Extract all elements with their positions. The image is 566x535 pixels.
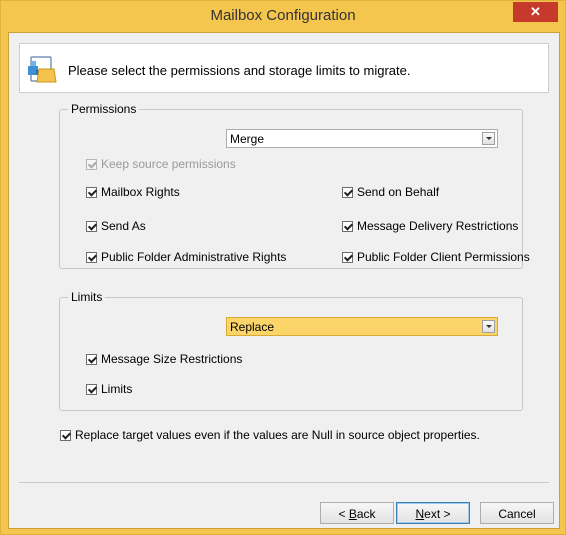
footer-separator (19, 482, 549, 483)
back-button-prefix: < (338, 507, 349, 521)
keep-source-permissions-checkbox: Keep source permissions (86, 157, 236, 171)
dialog-body: Please select the permissions and storag… (8, 32, 560, 529)
checkbox-label: Message Delivery Restrictions (357, 219, 519, 233)
mailbox-rights-checkbox[interactable]: Mailbox Rights (86, 185, 180, 199)
checkbox-label: Mailbox Rights (101, 185, 180, 199)
limits-checkbox[interactable]: Limits (86, 382, 132, 396)
checkbox-box (342, 220, 353, 232)
permissions-mode-value: Merge (230, 132, 265, 146)
permissions-legend: Permissions (68, 102, 140, 116)
checkbox-label: Keep source permissions (101, 157, 236, 171)
checkbox-box (86, 383, 97, 395)
back-button[interactable]: < Back (320, 502, 394, 524)
next-button[interactable]: Next > (396, 502, 470, 524)
checkbox-box (60, 429, 71, 441)
mailbox-configuration-window: Mailbox Configuration ✕ Please select th… (0, 0, 566, 535)
checkbox-box (86, 220, 97, 232)
checkbox-box (86, 251, 97, 263)
checkbox-box (342, 186, 353, 198)
public-folder-administrative-rights-checkbox[interactable]: Public Folder Administrative Rights (86, 250, 286, 264)
checkbox-label: Public Folder Client Permissions (357, 250, 530, 264)
public-folder-client-permissions-checkbox[interactable]: Public Folder Client Permissions (342, 250, 530, 264)
next-button-label: ext > (424, 507, 451, 521)
next-button-accelerator: N (415, 507, 425, 521)
mailbox-folder-icon (28, 56, 57, 83)
checkbox-label: Message Size Restrictions (101, 352, 243, 366)
checkbox-label: Send As (101, 219, 146, 233)
checkbox-label: Limits (101, 382, 133, 396)
cancel-button[interactable]: Cancel (480, 502, 554, 524)
message-size-restrictions-checkbox[interactable]: Message Size Restrictions (86, 352, 242, 366)
header-instruction: Please select the permissions and storag… (68, 63, 411, 78)
permissions-group: Permissions Merge Keep source permission… (59, 102, 530, 269)
back-button-accelerator: B (348, 507, 357, 521)
title-bar[interactable]: Mailbox Configuration ✕ (1, 1, 565, 32)
limits-mode-value: Replace (230, 320, 275, 334)
send-as-checkbox[interactable]: Send As (86, 219, 146, 233)
checkbox-box (86, 353, 97, 365)
replace-null-values-checkbox[interactable]: Replace target values even if the values… (60, 428, 480, 442)
checkbox-box (86, 158, 97, 170)
chevron-down-icon[interactable] (482, 320, 495, 333)
window-title: Mailbox Configuration (210, 7, 356, 24)
back-button-label: ack (356, 507, 376, 521)
permissions-mode-select[interactable]: Merge (226, 129, 498, 148)
limits-mode-select[interactable]: Replace (226, 317, 498, 336)
header-panel: Please select the permissions and storag… (19, 43, 549, 93)
checkbox-label: Send on Behalf (357, 185, 440, 199)
checkbox-box (86, 186, 97, 198)
send-on-behalf-checkbox[interactable]: Send on Behalf (342, 185, 439, 199)
message-delivery-restrictions-checkbox[interactable]: Message Delivery Restrictions (342, 219, 518, 233)
limits-legend: Limits (68, 290, 106, 304)
chevron-down-icon[interactable] (482, 132, 495, 145)
checkbox-box (342, 251, 353, 263)
checkbox-label: Public Folder Administrative Rights (101, 250, 287, 264)
close-button[interactable]: ✕ (513, 2, 558, 22)
limits-group: Limits Replace Message Size Restrictions… (59, 290, 523, 411)
checkbox-label: Replace target values even if the values… (75, 428, 480, 442)
